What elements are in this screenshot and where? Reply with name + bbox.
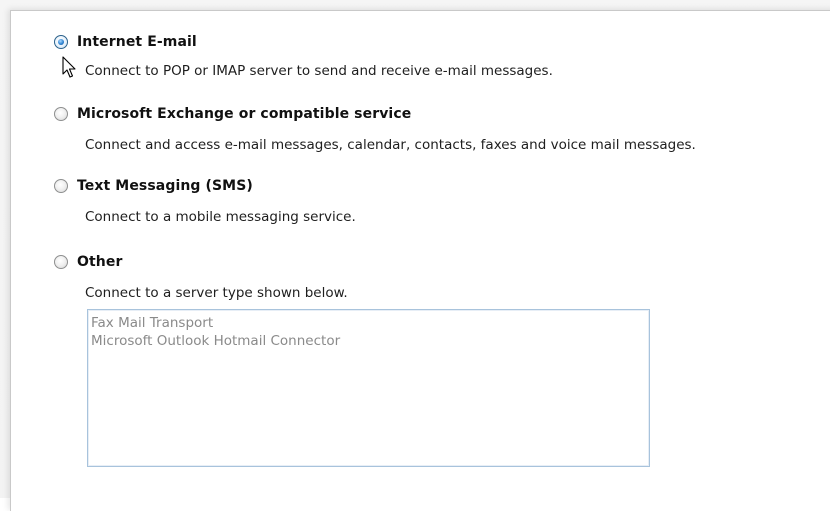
option-sms[interactable]: Text Messaging (SMS) bbox=[54, 175, 253, 197]
dialog-frame: Internet E-mail Connect to POP or IMAP s… bbox=[0, 0, 830, 511]
other-label[interactable]: Other bbox=[77, 254, 122, 270]
option-other[interactable]: Other bbox=[54, 251, 122, 273]
other-description: Connect to a server type shown below. bbox=[85, 285, 348, 301]
list-item[interactable]: Fax Mail Transport bbox=[91, 314, 646, 332]
exchange-radio[interactable] bbox=[54, 107, 68, 121]
sms-label[interactable]: Text Messaging (SMS) bbox=[77, 178, 253, 194]
exchange-description: Connect and access e-mail messages, cale… bbox=[85, 137, 696, 153]
sms-description: Connect to a mobile messaging service. bbox=[85, 209, 356, 225]
list-item[interactable]: Microsoft Outlook Hotmail Connector bbox=[91, 332, 646, 350]
mouse-pointer-icon bbox=[62, 56, 76, 78]
option-internet-email[interactable]: Internet E-mail bbox=[54, 31, 197, 53]
internet-email-label[interactable]: Internet E-mail bbox=[77, 34, 197, 50]
exchange-label[interactable]: Microsoft Exchange or compatible service bbox=[77, 106, 411, 122]
other-radio[interactable] bbox=[54, 255, 68, 269]
internet-email-description: Connect to POP or IMAP server to send an… bbox=[85, 63, 553, 79]
server-type-listbox[interactable]: Fax Mail Transport Microsoft Outlook Hot… bbox=[87, 309, 650, 467]
internet-email-radio[interactable] bbox=[54, 35, 68, 49]
sms-radio[interactable] bbox=[54, 179, 68, 193]
option-exchange[interactable]: Microsoft Exchange or compatible service bbox=[54, 103, 411, 125]
